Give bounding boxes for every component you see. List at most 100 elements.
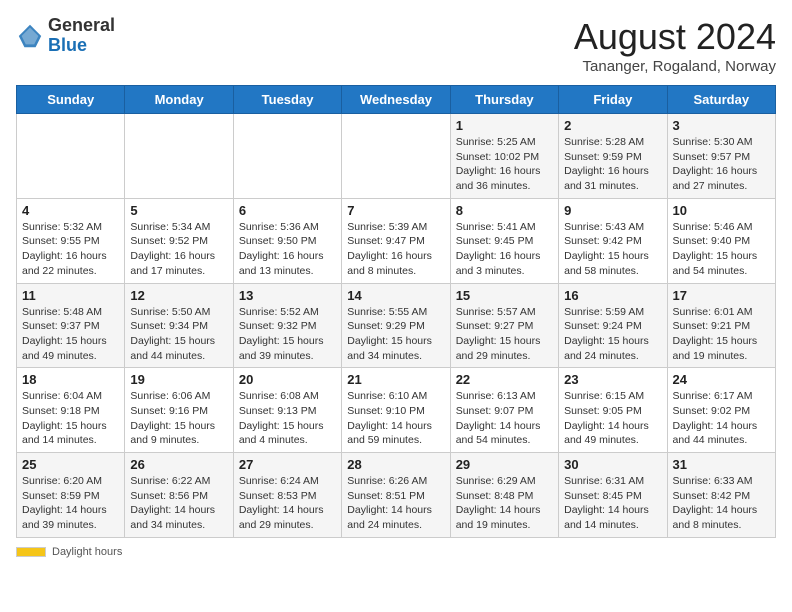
cell-info: Sunrise: 6:15 AM Sunset: 9:05 PM Dayligh… bbox=[564, 389, 661, 448]
cell-info: Sunrise: 5:46 AM Sunset: 9:40 PM Dayligh… bbox=[673, 220, 770, 279]
calendar-cell-2-7: 10 Sunrise: 5:46 AM Sunset: 9:40 PM Dayli… bbox=[667, 198, 775, 283]
calendar-cell-3-2: 12 Sunrise: 5:50 AM Sunset: 9:34 PM Dayli… bbox=[125, 283, 233, 368]
cell-info: Sunrise: 5:41 AM Sunset: 9:45 PM Dayligh… bbox=[456, 220, 553, 279]
calendar-cell-3-7: 17Sunrise: 6:01 AM Sunset: 9:21 PM Dayli… bbox=[667, 283, 775, 368]
cell-info: Sunrise: 6:06 AM Sunset: 9:16 PM Dayligh… bbox=[130, 389, 227, 448]
page-header: General Blue August 2024 Tananger, Rogal… bbox=[16, 16, 776, 75]
title-area: August 2024 Tananger, Rogaland, Norway bbox=[574, 16, 776, 75]
logo-blue: Blue bbox=[48, 35, 87, 55]
cell-info: Sunrise: 5:28 AM Sunset: 9:59 PM Dayligh… bbox=[564, 135, 661, 194]
cell-info: Sunrise: 6:04 AM Sunset: 9:18 PM Dayligh… bbox=[22, 389, 119, 448]
cell-info: Sunrise: 5:30 AM Sunset: 9:57 PM Dayligh… bbox=[673, 135, 770, 194]
calendar-cell-3-5: 15 Sunrise: 5:57 AM Sunset: 9:27 PM Dayli… bbox=[450, 283, 558, 368]
calendar-cell-5-5: 29Sunrise: 6:29 AM Sunset: 8:48 PM Dayli… bbox=[450, 453, 558, 538]
calendar-cell-2-6: 9 Sunrise: 5:43 AM Sunset: 9:42 PM Daylig… bbox=[559, 198, 667, 283]
day-number: 4 bbox=[22, 203, 119, 218]
calendar-cell-1-1 bbox=[17, 114, 125, 199]
day-number: 14 bbox=[347, 288, 444, 303]
calendar-cell-1-4 bbox=[342, 114, 450, 199]
calendar-cell-3-3: 13 Sunrise: 5:52 AM Sunset: 9:32 PM Dayli… bbox=[233, 283, 341, 368]
day-number: 3 bbox=[673, 118, 770, 133]
calendar-cell-3-1: 11Sunrise: 5:48 AM Sunset: 9:37 PM Dayli… bbox=[17, 283, 125, 368]
daylight-label: Daylight hours bbox=[52, 546, 122, 558]
calendar-cell-4-5: 22Sunrise: 6:13 AM Sunset: 9:07 PM Dayli… bbox=[450, 368, 558, 453]
calendar-week-1: 1 Sunrise: 5:25 AM Sunset: 10:02 PM Dayli… bbox=[17, 114, 776, 199]
weekday-sunday: Sunday bbox=[17, 86, 125, 114]
cell-info: Sunrise: 5:55 AM Sunset: 9:29 PM Dayligh… bbox=[347, 305, 444, 364]
cell-info: Sunrise: 5:43 AM Sunset: 9:42 PM Dayligh… bbox=[564, 220, 661, 279]
weekday-header-row: SundayMondayTuesdayWednesdayThursdayFrid… bbox=[17, 86, 776, 114]
calendar-cell-1-7: 3 Sunrise: 5:30 AM Sunset: 9:57 PM Daylig… bbox=[667, 114, 775, 199]
cell-info: Sunrise: 5:57 AM Sunset: 9:27 PM Dayligh… bbox=[456, 305, 553, 364]
cell-info: Sunrise: 6:33 AM Sunset: 8:42 PM Dayligh… bbox=[673, 474, 770, 533]
day-number: 16 bbox=[564, 288, 661, 303]
day-number: 15 bbox=[456, 288, 553, 303]
day-number: 8 bbox=[456, 203, 553, 218]
calendar-table: SundayMondayTuesdayWednesdayThursdayFrid… bbox=[16, 85, 776, 538]
day-number: 9 bbox=[564, 203, 661, 218]
cell-info: Sunrise: 6:20 AM Sunset: 8:59 PM Dayligh… bbox=[22, 474, 119, 533]
day-number: 11 bbox=[22, 288, 119, 303]
logo: General Blue bbox=[16, 16, 115, 56]
cell-info: Sunrise: 5:39 AM Sunset: 9:47 PM Dayligh… bbox=[347, 220, 444, 279]
calendar-cell-2-3: 6 Sunrise: 5:36 AM Sunset: 9:50 PM Daylig… bbox=[233, 198, 341, 283]
calendar-cell-5-6: 30 Sunrise: 6:31 AM Sunset: 8:45 PM Dayli… bbox=[559, 453, 667, 538]
cell-info: Sunrise: 5:59 AM Sunset: 9:24 PM Dayligh… bbox=[564, 305, 661, 364]
cell-info: Sunrise: 6:24 AM Sunset: 8:53 PM Dayligh… bbox=[239, 474, 336, 533]
weekday-friday: Friday bbox=[559, 86, 667, 114]
calendar-cell-1-2 bbox=[125, 114, 233, 199]
calendar-cell-1-3 bbox=[233, 114, 341, 199]
calendar-cell-1-6: 2 Sunrise: 5:28 AM Sunset: 9:59 PM Daylig… bbox=[559, 114, 667, 199]
weekday-thursday: Thursday bbox=[450, 86, 558, 114]
calendar-cell-4-2: 19Sunrise: 6:06 AM Sunset: 9:16 PM Dayli… bbox=[125, 368, 233, 453]
cell-info: Sunrise: 6:26 AM Sunset: 8:51 PM Dayligh… bbox=[347, 474, 444, 533]
calendar-cell-3-4: 14 Sunrise: 5:55 AM Sunset: 9:29 PM Dayli… bbox=[342, 283, 450, 368]
calendar-cell-4-7: 24 Sunrise: 6:17 AM Sunset: 9:02 PM Dayli… bbox=[667, 368, 775, 453]
month-title: August 2024 bbox=[574, 16, 776, 58]
cell-info: Sunrise: 5:36 AM Sunset: 9:50 PM Dayligh… bbox=[239, 220, 336, 279]
day-number: 10 bbox=[673, 203, 770, 218]
day-number: 26 bbox=[130, 457, 227, 472]
day-number: 27 bbox=[239, 457, 336, 472]
calendar-cell-5-3: 27 Sunrise: 6:24 AM Sunset: 8:53 PM Dayli… bbox=[233, 453, 341, 538]
calendar-week-3: 11Sunrise: 5:48 AM Sunset: 9:37 PM Dayli… bbox=[17, 283, 776, 368]
cell-info: Sunrise: 5:32 AM Sunset: 9:55 PM Dayligh… bbox=[22, 220, 119, 279]
calendar-cell-5-4: 28Sunrise: 6:26 AM Sunset: 8:51 PM Dayli… bbox=[342, 453, 450, 538]
day-number: 7 bbox=[347, 203, 444, 218]
calendar-cell-1-5: 1 Sunrise: 5:25 AM Sunset: 10:02 PM Dayli… bbox=[450, 114, 558, 199]
weekday-saturday: Saturday bbox=[667, 86, 775, 114]
calendar-week-2: 4 Sunrise: 5:32 AM Sunset: 9:55 PM Daylig… bbox=[17, 198, 776, 283]
calendar-cell-5-2: 26Sunrise: 6:22 AM Sunset: 8:56 PM Dayli… bbox=[125, 453, 233, 538]
daylight-bar-icon bbox=[16, 547, 46, 557]
day-number: 2 bbox=[564, 118, 661, 133]
day-number: 1 bbox=[456, 118, 553, 133]
weekday-wednesday: Wednesday bbox=[342, 86, 450, 114]
cell-info: Sunrise: 5:34 AM Sunset: 9:52 PM Dayligh… bbox=[130, 220, 227, 279]
calendar-cell-2-4: 7 Sunrise: 5:39 AM Sunset: 9:47 PM Daylig… bbox=[342, 198, 450, 283]
day-number: 23 bbox=[564, 372, 661, 387]
calendar-cell-4-1: 18 Sunrise: 6:04 AM Sunset: 9:18 PM Dayli… bbox=[17, 368, 125, 453]
logo-general: General bbox=[48, 15, 115, 35]
day-number: 22 bbox=[456, 372, 553, 387]
day-number: 24 bbox=[673, 372, 770, 387]
cell-info: Sunrise: 6:17 AM Sunset: 9:02 PM Dayligh… bbox=[673, 389, 770, 448]
calendar-cell-3-6: 16 Sunrise: 5:59 AM Sunset: 9:24 PM Dayli… bbox=[559, 283, 667, 368]
day-number: 5 bbox=[130, 203, 227, 218]
day-number: 17 bbox=[673, 288, 770, 303]
cell-info: Sunrise: 6:08 AM Sunset: 9:13 PM Dayligh… bbox=[239, 389, 336, 448]
day-number: 12 bbox=[130, 288, 227, 303]
calendar-cell-2-1: 4 Sunrise: 5:32 AM Sunset: 9:55 PM Daylig… bbox=[17, 198, 125, 283]
day-number: 18 bbox=[22, 372, 119, 387]
cell-info: Sunrise: 5:52 AM Sunset: 9:32 PM Dayligh… bbox=[239, 305, 336, 364]
cell-info: Sunrise: 5:50 AM Sunset: 9:34 PM Dayligh… bbox=[130, 305, 227, 364]
day-number: 25 bbox=[22, 457, 119, 472]
day-number: 30 bbox=[564, 457, 661, 472]
calendar-cell-5-1: 25 Sunrise: 6:20 AM Sunset: 8:59 PM Dayli… bbox=[17, 453, 125, 538]
cell-info: Sunrise: 6:31 AM Sunset: 8:45 PM Dayligh… bbox=[564, 474, 661, 533]
weekday-tuesday: Tuesday bbox=[233, 86, 341, 114]
cell-info: Sunrise: 5:25 AM Sunset: 10:02 PM Daylig… bbox=[456, 135, 553, 194]
day-number: 13 bbox=[239, 288, 336, 303]
calendar-cell-4-6: 23 Sunrise: 6:15 AM Sunset: 9:05 PM Dayli… bbox=[559, 368, 667, 453]
footer: Daylight hours bbox=[16, 546, 776, 558]
day-number: 6 bbox=[239, 203, 336, 218]
